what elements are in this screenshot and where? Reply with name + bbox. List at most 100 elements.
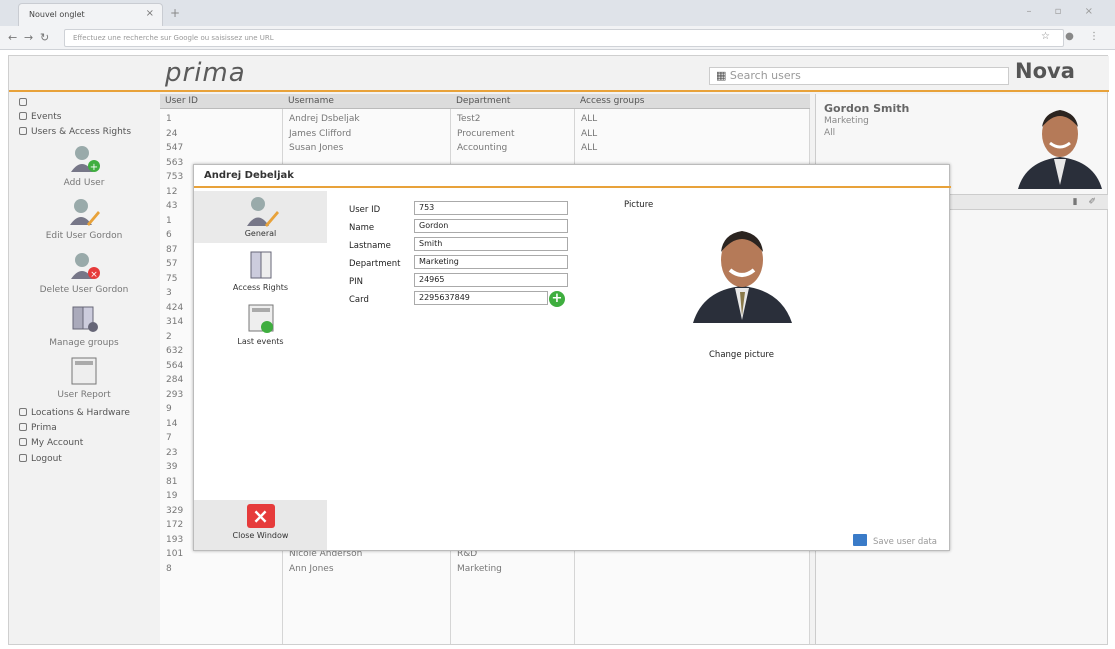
userid-cell[interactable]: 314	[166, 317, 183, 327]
search-users-input[interactable]: ▦ Search users	[709, 67, 1009, 85]
userid-cell[interactable]: 1	[166, 114, 172, 124]
userid-cell[interactable]: 753	[166, 172, 183, 182]
delete-user-icon: ×	[71, 253, 100, 280]
row-access-cell[interactable]: ALL	[581, 143, 597, 153]
access-rights-icon	[250, 251, 271, 279]
name-field[interactable]: Gordon	[414, 219, 568, 233]
userid-cell[interactable]: 547	[166, 143, 183, 153]
reload-icon[interactable]: ↻	[40, 31, 49, 44]
userid-cell[interactable]: 632	[166, 346, 183, 356]
add-user-icon: +	[71, 146, 100, 173]
address-bar: ← → ↻ Effectuez une recherche sur Google…	[0, 26, 1115, 50]
general-icon	[246, 197, 279, 227]
userid-cell[interactable]: 57	[166, 259, 177, 269]
sidebar-item-locations[interactable]: Locations & Hardware	[19, 408, 130, 418]
userid-cell[interactable]: 24	[166, 129, 177, 139]
forward-icon[interactable]: →	[24, 31, 33, 44]
browser-menu-icons[interactable]: ☆ ● ⋮	[1041, 31, 1105, 42]
manage-groups-button[interactable]: Manage groups	[9, 304, 159, 348]
userid-cell[interactable]: 564	[166, 361, 183, 371]
sidebar-item-logout[interactable]: Logout	[19, 454, 62, 464]
header-userid[interactable]: User ID	[160, 94, 283, 109]
userid-cell[interactable]: 19	[166, 491, 177, 501]
edit-user-icon	[70, 199, 100, 226]
userid-cell[interactable]: 2	[166, 332, 172, 342]
checkbox-icon	[19, 127, 27, 135]
detail-department: Marketing	[824, 116, 869, 126]
search-icon: ▦	[716, 69, 730, 82]
user-id-field[interactable]: 753	[414, 201, 568, 215]
userid-cell[interactable]: 424	[166, 303, 183, 313]
sidebar-item-users-access[interactable]: Users & Access Rights	[19, 127, 131, 137]
sidebar-item-my-account[interactable]: My Account	[19, 438, 83, 448]
save-user-data-button[interactable]: Save user data	[853, 534, 937, 547]
window-controls[interactable]: – ▫ ×	[1026, 6, 1103, 17]
row-username-cell[interactable]: James Clifford	[289, 129, 351, 139]
sidebar-root-checkbox[interactable]	[19, 98, 31, 108]
userid-cell[interactable]: 284	[166, 375, 183, 385]
header-username[interactable]: Username	[283, 94, 451, 109]
row-username-cell[interactable]: Andrej Dsbeljak	[289, 114, 360, 124]
row-access-cell[interactable]: ALL	[581, 114, 597, 124]
checkbox-icon	[19, 112, 27, 120]
userid-cell[interactable]: 101	[166, 549, 183, 559]
add-card-icon[interactable]: +	[549, 291, 565, 307]
pin-field[interactable]: 24965	[414, 273, 568, 287]
userid-cell[interactable]: 9	[166, 404, 172, 414]
userid-cell[interactable]: 43	[166, 201, 177, 211]
row-username-cell[interactable]: Ann Jones	[289, 564, 334, 574]
row-username-cell[interactable]: Susan Jones	[289, 143, 343, 153]
row-department-cell[interactable]: Accounting	[457, 143, 507, 153]
new-tab-button[interactable]: +	[170, 6, 180, 20]
userid-cell[interactable]: 7	[166, 433, 172, 443]
back-icon[interactable]: ←	[8, 31, 17, 44]
department-field[interactable]: Marketing	[414, 255, 568, 269]
header-access[interactable]: Access groups	[575, 94, 810, 109]
userid-cell[interactable]: 14	[166, 419, 177, 429]
close-window-button[interactable]: × Close Window	[194, 500, 327, 550]
card-field[interactable]: 2295637849	[414, 291, 548, 305]
userid-cell[interactable]: 12	[166, 187, 177, 197]
userid-cell[interactable]: 23	[166, 448, 177, 458]
checkbox-icon	[19, 408, 27, 416]
detail-toolbar-icons[interactable]: ▮ ✐	[1073, 197, 1100, 207]
tab-title: Nouvel onglet	[29, 10, 85, 19]
row-department-cell[interactable]: Marketing	[457, 564, 502, 574]
userid-cell[interactable]: 329	[166, 506, 183, 516]
url-input[interactable]: Effectuez une recherche sur Google ou sa…	[64, 29, 1064, 47]
userid-cell[interactable]: 6	[166, 230, 172, 240]
userid-cell[interactable]: 8	[166, 564, 172, 574]
add-user-button[interactable]: + Add User	[9, 144, 159, 188]
lastname-field[interactable]: Smith	[414, 237, 568, 251]
userid-cell[interactable]: 563	[166, 158, 183, 168]
userid-cell[interactable]: 75	[166, 274, 177, 284]
userid-cell[interactable]: 3	[166, 288, 172, 298]
user-report-button[interactable]: User Report	[9, 356, 159, 400]
sidebar-item-events[interactable]: Events	[19, 112, 61, 122]
tab-close-icon[interactable]: ×	[146, 8, 154, 19]
row-access-cell[interactable]: ALL	[581, 129, 597, 139]
header-department[interactable]: Department	[451, 94, 575, 109]
browser-tab[interactable]: Nouvel onglet ×	[18, 3, 163, 26]
edit-user-button[interactable]: Edit User Gordon	[9, 197, 159, 241]
userid-cell[interactable]: 81	[166, 477, 177, 487]
delete-user-button[interactable]: × Delete User Gordon	[9, 251, 159, 295]
row-department-cell[interactable]: Test2	[457, 114, 480, 124]
detail-group: All	[824, 128, 836, 138]
userid-cell[interactable]: 172	[166, 520, 183, 530]
userid-cell[interactable]: 1	[166, 216, 172, 226]
userid-cell[interactable]: 39	[166, 462, 177, 472]
tab-last-events[interactable]: Last events	[194, 299, 327, 351]
userid-cell[interactable]: 193	[166, 535, 183, 545]
edit-user-dialog: Andrej Debeljak General Access Rights La…	[193, 164, 951, 551]
prima-logo: prima	[165, 58, 246, 88]
change-picture-link[interactable]: Change picture	[709, 350, 774, 360]
user-photo	[1016, 99, 1104, 189]
row-department-cell[interactable]: Procurement	[457, 129, 515, 139]
detail-name: Gordon Smith	[824, 102, 910, 115]
userid-cell[interactable]: 293	[166, 390, 183, 400]
sidebar-item-prima[interactable]: Prima	[19, 423, 57, 433]
userid-cell[interactable]: 87	[166, 245, 177, 255]
tab-general[interactable]: General	[194, 191, 327, 243]
tab-access-rights[interactable]: Access Rights	[194, 245, 327, 297]
